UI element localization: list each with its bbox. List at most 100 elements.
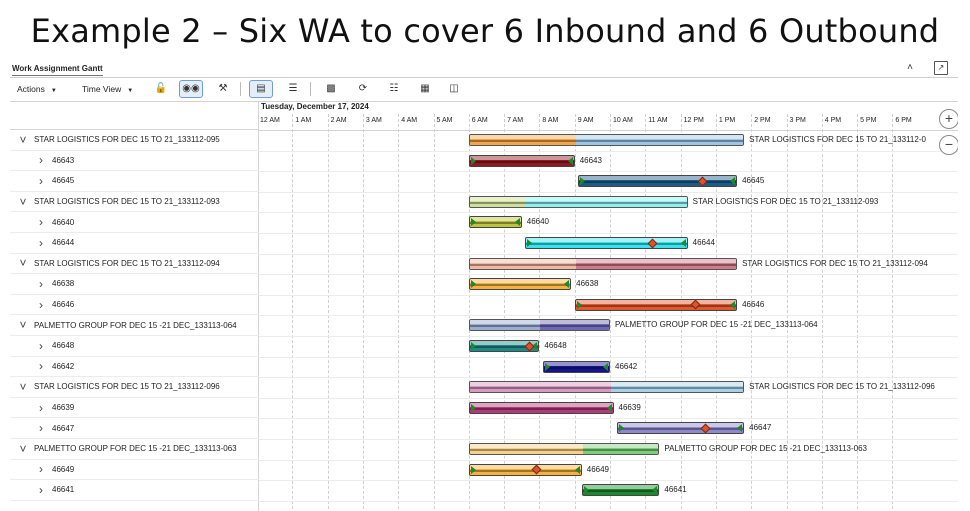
assignment-child-row[interactable]: › 46639 (10, 398, 259, 419)
chevron-down-icon[interactable]: ˅ (16, 133, 30, 147)
work-assignment-bar[interactable] (468, 443, 660, 455)
gantt-grid: ˅ STAR LOGISTICS FOR DEC 15 TO 21_133112-… (10, 101, 958, 511)
chevron-right-icon[interactable]: › (34, 236, 48, 250)
assignment-child-row[interactable]: › 46640 (10, 212, 259, 233)
chevron-right-icon[interactable]: › (34, 174, 48, 188)
row-label: 46648 (52, 341, 75, 351)
row-gridline (259, 315, 958, 317)
chevron-down-icon[interactable]: ˅ (16, 256, 30, 270)
bar-midline (579, 181, 737, 184)
chevron-right-icon[interactable]: › (34, 153, 48, 167)
unlock-icon[interactable]: 🔓 (149, 80, 173, 98)
timeline-date: Tuesday, December 17, 2024 (261, 102, 369, 111)
row-label: STAR LOGISTICS FOR DEC 15 TO 21_133112-0… (34, 258, 220, 268)
bar-highlight (579, 176, 737, 181)
row-label: 46643 (52, 155, 75, 165)
bar-midline (469, 449, 659, 451)
row-label: 46646 (52, 300, 75, 310)
chevron-right-icon[interactable]: › (34, 339, 48, 353)
assignment-bar[interactable] (581, 484, 660, 497)
wrench-icon[interactable]: ⚒ (211, 80, 235, 98)
assignment-child-row[interactable]: › 46647 (10, 418, 259, 439)
chevron-right-icon[interactable]: › (34, 215, 48, 229)
work-assignment-bar[interactable] (468, 319, 610, 332)
work-assignment-row[interactable]: ˅ PALMETTO GROUP FOR DEC 15 -21 DEC_13311… (10, 315, 259, 336)
hour-tick-label: 7 AM (507, 117, 524, 124)
hour-tick-label: 12 AM (260, 117, 280, 124)
assignment-bar[interactable] (525, 237, 688, 249)
assignment-child-row[interactable]: › 46648 (10, 336, 259, 357)
assignment-bar[interactable] (617, 422, 745, 435)
bar-label: STAR LOGISTICS FOR DEC 15 TO 21_133112-0 (749, 135, 926, 144)
bar-midline (575, 304, 737, 307)
gantt-icon[interactable]: ◫ (442, 80, 466, 98)
work-assignment-row[interactable]: ˅ PALMETTO GROUP FOR DEC 15 -21 DEC_13311… (10, 439, 259, 460)
work-assignment-bar[interactable] (468, 381, 745, 394)
hour-tick-label: 10 AM (613, 117, 633, 124)
assignment-bar[interactable] (574, 298, 738, 311)
chevron-down-icon: ▼ (127, 88, 134, 94)
chevron-down-icon[interactable]: ˅ (16, 195, 30, 209)
chevron-right-icon[interactable]: › (34, 298, 48, 312)
chevron-right-icon[interactable]: › (34, 462, 48, 476)
assignment-bar[interactable] (468, 278, 572, 291)
chevron-down-icon: ▼ (50, 88, 57, 94)
assignment-child-row[interactable]: › 46641 (10, 480, 259, 501)
chevron-right-icon[interactable]: › (34, 359, 48, 373)
chevron-right-icon[interactable]: › (34, 421, 48, 435)
row-gridline (259, 397, 958, 399)
row-gridline (259, 294, 958, 296)
end-marker-icon (730, 177, 736, 186)
work-assignment-row[interactable]: ˅ STAR LOGISTICS FOR DEC 15 TO 21_133112-… (10, 377, 259, 398)
timeline-pane[interactable]: Tuesday, December 17, 2024 12 AM 1 AM 2 AM… (259, 102, 958, 511)
list-icon[interactable]: ☰ (281, 80, 305, 98)
assignment-bar[interactable] (542, 360, 610, 373)
calendar-icon[interactable]: ▦ (413, 80, 437, 98)
end-marker-icon (680, 239, 686, 247)
assignment-bar[interactable] (468, 154, 575, 167)
hour-gridline (327, 114, 329, 511)
hour-tick-label: 9 AM (577, 117, 594, 124)
assignment-child-row[interactable]: › 46644 (10, 233, 259, 254)
assignment-child-row[interactable]: › 46638 (10, 274, 259, 295)
filter-list-icon[interactable]: ☷ (382, 80, 406, 98)
external-open-icon[interactable]: ↗ (934, 61, 948, 75)
collapse-up-icon[interactable]: ˄ (903, 61, 917, 75)
chevron-down-icon[interactable]: ˅ (16, 380, 30, 394)
assignment-child-row[interactable]: › 46642 (10, 357, 259, 378)
chevron-down-icon[interactable]: ˅ (16, 442, 30, 456)
assignment-child-row[interactable]: › 46643 (10, 151, 259, 172)
toolbar: Actions ▼ Time View ▼ 🔓 ◉◉ ⚒ ▤ ☰ ▩ ⟳ ☷ ▦ ◫ (10, 79, 958, 101)
chevron-right-icon[interactable]: › (34, 401, 48, 415)
actions-menu[interactable]: Actions ▼ (17, 84, 57, 94)
chevron-right-icon[interactable]: › (34, 277, 48, 291)
chevron-down-icon[interactable]: ˅ (16, 318, 30, 332)
row-label: STAR LOGISTICS FOR DEC 15 TO 21_133112-0… (34, 197, 220, 207)
start-marker-icon (470, 156, 476, 165)
work-assignment-row[interactable]: ˅ STAR LOGISTICS FOR DEC 15 TO 21_133112-… (10, 130, 259, 151)
work-assignment-bar[interactable] (468, 195, 688, 208)
zoom-in-button[interactable]: + (939, 109, 958, 129)
binoculars-icon[interactable]: ◉◉ (179, 80, 203, 98)
refresh-icon[interactable]: ⟳ (351, 80, 375, 98)
assignment-bar[interactable] (468, 463, 582, 476)
zoom-out-button[interactable]: − (939, 135, 958, 155)
assignment-child-row[interactable]: › 46649 (10, 460, 259, 481)
bar-label: 46640 (526, 217, 549, 227)
work-assignment-row[interactable]: ˅ STAR LOGISTICS FOR DEC 15 TO 21_133112-… (10, 254, 259, 275)
assignment-bar[interactable] (468, 401, 614, 414)
slide-title: Example 2 – Six WA to cover 6 Inbound an… (30, 12, 940, 50)
align-icon[interactable]: ▩ (319, 80, 343, 98)
time-view-menu[interactable]: Time View ▼ (82, 84, 133, 94)
assignment-bar[interactable] (578, 175, 738, 188)
chevron-right-icon[interactable]: › (34, 483, 48, 497)
row-gridline (259, 274, 958, 276)
assignment-child-row[interactable]: › 46645 (10, 171, 259, 192)
work-assignment-row[interactable]: ˅ STAR LOGISTICS FOR DEC 15 TO 21_133112-… (10, 192, 259, 213)
work-assignment-bar[interactable] (468, 257, 738, 270)
assignment-child-row[interactable]: › 46646 (10, 295, 259, 316)
details-icon[interactable]: ▤ (249, 80, 273, 98)
start-marker-icon (527, 239, 533, 247)
work-assignment-bar[interactable] (468, 134, 745, 146)
row-gridline (259, 480, 958, 482)
